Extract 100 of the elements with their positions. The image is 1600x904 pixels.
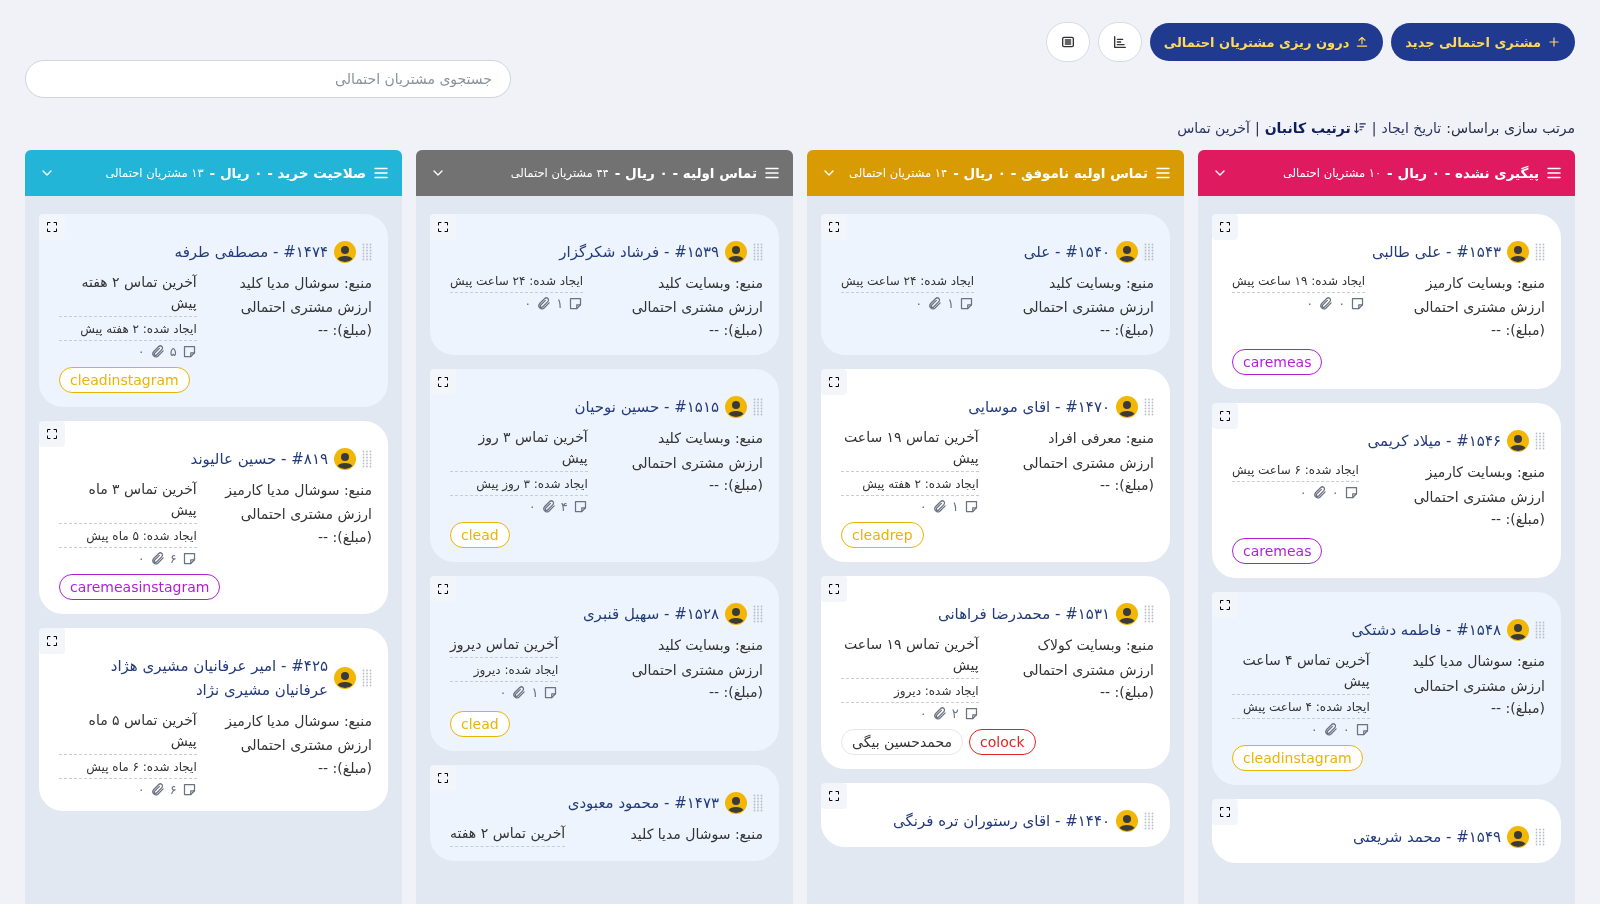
- avatar-icon: [334, 448, 356, 470]
- drag-handle-icon[interactable]: [1144, 605, 1154, 624]
- expand-icon: [46, 428, 58, 440]
- sort-option[interactable]: آخرین تماس: [1177, 120, 1250, 136]
- expand-button[interactable]: [39, 628, 65, 654]
- lead-source: منبع: معرفی افراد: [1047, 429, 1154, 449]
- lead-title[interactable]: #۱۵۴۸ - فاطمه دشتکی: [1232, 618, 1501, 643]
- avatar-icon: [1507, 619, 1529, 642]
- note-count: ۶: [169, 551, 177, 566]
- attachment-count: ۰: [919, 706, 927, 722]
- drag-handle-icon[interactable]: [362, 243, 372, 261]
- last-contact: آخرین تماس ۵ ماه پیش: [59, 710, 197, 755]
- lead-source: منبع: سوشال مدیا کلید: [1411, 652, 1545, 672]
- last-contact: آخرین تماس ۴ ساعت پیش: [1232, 650, 1370, 696]
- column-count: ۱۰ مشتریان احتمالی: [1282, 166, 1382, 180]
- assignee-chip: محمدحسین بیگی: [841, 729, 963, 756]
- separator: |: [1371, 120, 1377, 136]
- search-field[interactable]: جستجوی مشتریان احتمالی: [25, 60, 511, 98]
- expand-button[interactable]: [821, 214, 847, 240]
- expand-button[interactable]: [1212, 403, 1238, 430]
- lead-card[interactable]: #۴۲۵ - امیر عرفانیان مشیری هژاد عرفانیان مشیری نژاد منبع: سوشال مدیا کارمیز ارزش مشتری احتمالی (مبلغ): -- آخرین تماس ۵ ماه پیش ایجاد شده: ۶ ماه پیش ۶ ۰: [39, 628, 388, 811]
- drag-handle-icon[interactable]: [1535, 243, 1545, 261]
- drag-handle-icon[interactable]: [1144, 398, 1154, 417]
- drag-handle-icon[interactable]: [753, 605, 763, 624]
- lead-card[interactable]: #۱۴۷۳ - محمود معبودی منبع: سوشال مدیا کلید آخرین تماس ۲ هفته: [430, 765, 779, 862]
- lead-title[interactable]: #۸۱۹ - حسین عالیوند: [59, 447, 328, 471]
- avatar-icon: [334, 241, 356, 263]
- expand-button[interactable]: [39, 214, 65, 240]
- new-lead-button[interactable]: مشتری احتمالی جدید: [1391, 23, 1575, 61]
- expand-button[interactable]: [430, 369, 456, 396]
- drag-handle-icon[interactable]: [1144, 812, 1154, 831]
- expand-button[interactable]: [430, 765, 456, 792]
- paperclip-icon: [149, 551, 165, 566]
- drag-handle-icon[interactable]: [1144, 243, 1154, 261]
- lead-title[interactable]: #۱۴۷۰ - اقای موسایی: [841, 395, 1110, 420]
- note-icon: [1343, 485, 1359, 501]
- lead-card[interactable]: #۱۴۴۰ - اقای رستوران تره فرنگی: [821, 783, 1170, 848]
- lead-title[interactable]: #۱۴۷۳ - محمود معبودی: [450, 791, 719, 816]
- paperclip-icon: [1318, 296, 1334, 311]
- expand-button[interactable]: [1212, 592, 1238, 619]
- lead-card[interactable]: #۱۵۴۰ - علی منبع: وبسایت کلید ارزش مشتری احتمالی (مبلغ): -- ایجاد شده: ۲۴ ساعت پیش ۱ ۰: [821, 214, 1170, 356]
- drag-handle-icon[interactable]: [753, 243, 763, 261]
- lead-title[interactable]: #۱۴۷۴ - مصطفی طرفه: [59, 240, 328, 264]
- lead-title[interactable]: #۴۲۵ - امیر عرفانیان مشیری هژاد عرفانیان مشیری نژاد: [59, 654, 328, 702]
- tag: cleadrep: [841, 522, 924, 549]
- lead-source: منبع: وبسایت کلید: [1048, 274, 1154, 294]
- import-button[interactable]: درون ریزی مشتریان احتمالی: [1149, 23, 1384, 61]
- created-time: ایجاد شده: ۶ ماه پیش: [59, 758, 197, 779]
- expand-button[interactable]: [430, 576, 456, 603]
- list-view-button[interactable]: [1045, 22, 1090, 62]
- drag-handle-icon[interactable]: [753, 794, 763, 813]
- lead-card[interactable]: #۱۵۴۹ - محمد شریعتی: [1212, 799, 1561, 864]
- lead-title[interactable]: #۱۵۱۵ - حسین نوحیان: [450, 395, 719, 420]
- expand-button[interactable]: [1212, 214, 1238, 240]
- expand-button[interactable]: [430, 214, 456, 240]
- lead-card[interactable]: #۱۵۳۹ - فرشاد شکرگزار منبع: وبسایت کلید ارزش مشتری احتمالی (مبلغ): -- ایجاد شده: ۲۴ ساعت پیش ۱ ۰: [430, 214, 779, 356]
- last-contact: آخرین تماس ۳ ماه پیش: [59, 479, 197, 524]
- expand-button[interactable]: [1212, 799, 1238, 826]
- drag-handle-icon[interactable]: [1535, 621, 1545, 640]
- lead-title[interactable]: #۱۵۳۱ - محمدرضا فراهانی: [841, 602, 1110, 627]
- drag-handle-icon[interactable]: [362, 450, 372, 468]
- expand-button[interactable]: [39, 421, 65, 447]
- lead-source: منبع: سوشال مدیا کارمیز: [223, 481, 372, 501]
- lead-title[interactable]: #۱۵۳۹ - فرشاد شکرگزار: [450, 240, 719, 264]
- plus-icon: [1547, 35, 1561, 49]
- drag-handle-icon[interactable]: [1535, 828, 1545, 847]
- sort-option[interactable]: ترتیب کانبان: [1264, 120, 1367, 136]
- lead-title[interactable]: #۱۴۴۰ - اقای رستوران تره فرنگی: [841, 809, 1110, 834]
- expand-icon: [828, 376, 840, 389]
- sort-option[interactable]: تاریخ ایجاد: [1381, 120, 1442, 136]
- expand-button[interactable]: [821, 576, 847, 603]
- avatar-icon: [725, 241, 747, 263]
- lead-title[interactable]: #۱۵۴۰ - علی: [841, 240, 1110, 264]
- expand-button[interactable]: [821, 369, 847, 396]
- lead-title[interactable]: #۱۵۴۳ - علی طالبی: [1232, 240, 1501, 264]
- drag-handle-icon[interactable]: [1535, 432, 1545, 451]
- sort-label: مرتب سازی براساس:: [1446, 120, 1575, 136]
- paperclip-icon: [931, 499, 947, 515]
- note-count: ۱: [947, 296, 955, 311]
- expand-icon: [1219, 221, 1231, 233]
- lead-title[interactable]: #۱۵۴۹ - محمد شریعتی: [1232, 825, 1501, 850]
- paperclip-icon: [927, 296, 943, 311]
- lead-title[interactable]: #۱۵۲۸ - سهیل قنبری: [450, 602, 719, 627]
- avatar-icon: [1116, 241, 1138, 263]
- drag-handle-icon[interactable]: [753, 398, 763, 417]
- avatar-icon: [725, 603, 747, 626]
- created-time: ایجاد شده: ۲ هفته پیش: [841, 475, 979, 497]
- note-icon: [543, 685, 559, 701]
- drag-handle-icon[interactable]: [362, 669, 372, 687]
- expand-icon: [46, 221, 58, 233]
- note-count: ۶: [169, 782, 177, 797]
- paperclip-icon: [931, 706, 947, 722]
- paperclip-icon: [1322, 722, 1338, 738]
- tag: colock: [969, 729, 1036, 756]
- attachment-count: ۰: [499, 685, 507, 701]
- note-icon: [1350, 296, 1366, 311]
- expand-icon: [437, 376, 449, 389]
- lead-title[interactable]: #۱۵۴۶ - میلاد کریمی: [1232, 429, 1501, 454]
- chart-view-button[interactable]: [1097, 22, 1142, 62]
- expand-button[interactable]: [821, 783, 847, 810]
